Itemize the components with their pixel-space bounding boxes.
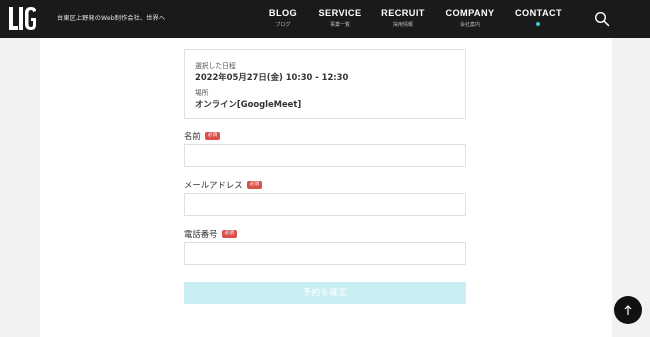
nav-sublabel: 採用情報 [392,22,413,28]
search-icon [594,11,610,27]
date-label: 選択した日程 [195,62,236,70]
nav-label: SERVICE [318,8,362,18]
confirm-reservation-button[interactable]: 予約を確定 [184,282,466,304]
email-input[interactable] [184,193,466,216]
search-button[interactable] [594,11,610,27]
place-value: オンライン[GoogleMeet] [195,99,302,109]
nav-label: BLOG [268,8,298,18]
nav-service[interactable]: SERVICE 事業一覧 [318,8,362,28]
nav-sublabel: 会社案内 [459,22,480,28]
nav-contact[interactable]: CONTACT [515,8,563,26]
name-input[interactable] [184,144,466,167]
email-label-text: メールアドレス [184,180,243,190]
nav-label: RECRUIT [381,8,425,18]
nav-sublabel: 事業一覧 [329,22,350,28]
phone-field-label: 電話番号 必須 [184,228,238,240]
phone-label-text: 電話番号 [184,229,218,239]
name-label-text: 名前 [184,131,201,141]
nav-label: COMPANY [445,8,495,18]
scroll-to-top-button[interactable] [614,296,642,324]
active-indicator-dot [536,22,540,26]
required-badge: 必須 [221,230,238,238]
required-badge: 必須 [204,132,221,140]
booking-summary: 選択した日程 2022年05月27日(金) 10:30 - 12:30 場所 オ… [184,49,466,119]
nav-blog[interactable]: BLOG ブログ [267,8,299,28]
nav-recruit[interactable]: RECRUIT 採用情報 [381,8,425,28]
place-label: 場所 [195,89,209,97]
nav-sublabel: ブログ [275,22,291,28]
phone-input[interactable] [184,242,466,265]
nav-company[interactable]: COMPANY 会社案内 [444,8,496,28]
arrow-up-icon [624,305,632,315]
site-header: 台東区上野発のWeb制作会社、世界へ BLOG ブログ SERVICE 事業一覧… [0,0,650,38]
email-field-label: メールアドレス 必須 [184,179,263,191]
main-nav: BLOG ブログ SERVICE 事業一覧 RECRUIT 採用情報 COMPA… [0,8,650,32]
required-badge: 必須 [246,181,263,189]
name-field-label: 名前 必須 [184,130,221,142]
nav-label: CONTACT [515,8,563,18]
date-value: 2022年05月27日(金) 10:30 - 12:30 [195,72,349,82]
